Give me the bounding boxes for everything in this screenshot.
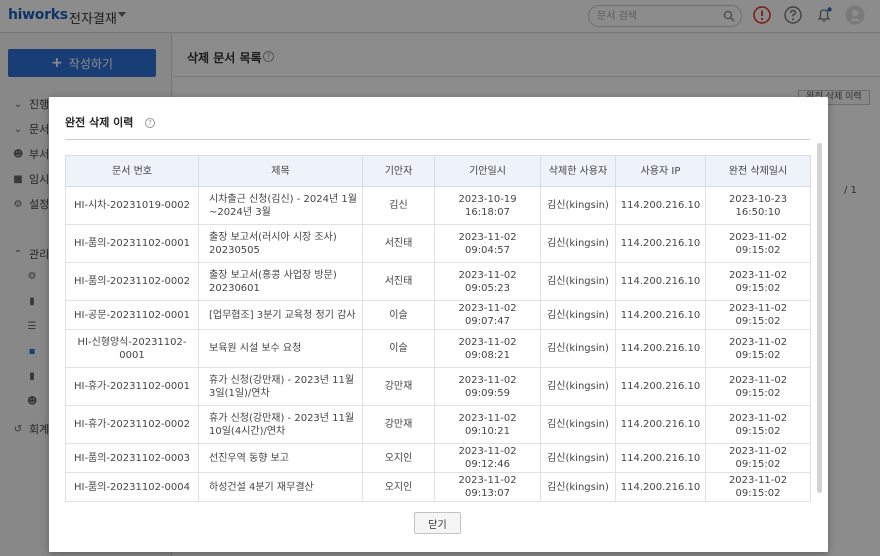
column-header: 기안자 bbox=[362, 155, 435, 187]
title-cell: 출장 보고서(홍콩 사업장 방문) 20230601 bbox=[198, 262, 363, 301]
table-row: HI-신형양식-20231102-0001 보육원 시설 보수 요청 이슬 20… bbox=[65, 329, 811, 368]
title-cell: 시차출근 신청(김신) - 2024년 1월~2024년 3월 bbox=[198, 186, 363, 225]
drafter-cell: 서진태 bbox=[362, 224, 435, 263]
deleted-date-cell: 2023-11-02 09:15:02 bbox=[705, 262, 811, 301]
ip-cell: 114.200.216.10 bbox=[615, 405, 706, 444]
draft-date-cell: 2023-11-02 09:04:57 bbox=[434, 224, 541, 263]
deleted-date-cell: 2023-11-02 09:15:02 bbox=[705, 329, 811, 368]
draft-date-cell: 2023-11-02 09:12:46 bbox=[434, 443, 541, 473]
drafter-cell: 오지인 bbox=[362, 443, 435, 473]
ip-cell: 114.200.216.10 bbox=[615, 367, 706, 406]
doc-number-cell: HI-시차-20231019-0002 bbox=[65, 186, 199, 225]
draft-date-cell: 2023-11-02 09:09:59 bbox=[434, 367, 541, 406]
column-header: 사용자 IP bbox=[615, 155, 706, 187]
title-cell: 휴가 신청(강만재) - 2023년 11월 10일(4시간)/연차 bbox=[198, 405, 363, 444]
doc-number-cell: HI-품의-20231102-0001 bbox=[65, 224, 199, 263]
ip-cell: 114.200.216.10 bbox=[615, 443, 706, 473]
deleted-by-cell: 김신(kingsin) bbox=[540, 405, 616, 444]
title-cell: 선진우역 동향 보고 bbox=[198, 443, 363, 473]
modal-title: 완전 삭제 이력 bbox=[65, 116, 134, 129]
table-row: HI-휴가-20231102-0001 휴가 신청(강만재) - 2023년 1… bbox=[65, 367, 811, 406]
modal-scrollbar[interactable] bbox=[817, 143, 822, 493]
title-cell: [업무협조] 3분기 교육청 정기 감사 bbox=[198, 300, 363, 330]
ip-cell: 114.200.216.10 bbox=[615, 300, 706, 330]
doc-number-cell: HI-품의-20231102-0004 bbox=[65, 472, 199, 502]
ip-cell: 114.200.216.10 bbox=[615, 224, 706, 263]
deleted-by-cell: 김신(kingsin) bbox=[540, 224, 616, 263]
deleted-date-cell: 2023-11-02 09:15:02 bbox=[705, 367, 811, 406]
close-button[interactable]: 닫기 bbox=[414, 512, 461, 534]
draft-date-cell: 2023-11-02 09:13:07 bbox=[434, 472, 541, 502]
drafter-cell: 이슬 bbox=[362, 300, 435, 330]
deleted-date-cell: 2023-11-02 09:15:02 bbox=[705, 405, 811, 444]
deleted-by-cell: 김신(kingsin) bbox=[540, 367, 616, 406]
deleted-date-cell: 2023-10-23 16:50:10 bbox=[705, 186, 811, 225]
deletion-history-modal: 완전 삭제 이력 ? 문서 번호 제목 기안자 기안일시 삭제한 사용자 사용자… bbox=[49, 97, 828, 552]
ip-cell: 114.200.216.10 bbox=[615, 186, 706, 225]
deleted-date-cell: 2023-11-02 09:15:02 bbox=[705, 443, 811, 473]
deleted-date-cell: 2023-11-02 09:15:02 bbox=[705, 224, 811, 263]
deleted-by-cell: 김신(kingsin) bbox=[540, 472, 616, 502]
table-header-row: 문서 번호 제목 기안자 기안일시 삭제한 사용자 사용자 IP 완전 삭제일시 bbox=[65, 155, 811, 187]
doc-number-cell: HI-휴가-20231102-0001 bbox=[65, 367, 199, 406]
column-header: 완전 삭제일시 bbox=[705, 155, 811, 187]
doc-number-cell: HI-공문-20231102-0001 bbox=[65, 300, 199, 330]
deleted-by-cell: 김신(kingsin) bbox=[540, 186, 616, 225]
column-header: 기안일시 bbox=[434, 155, 541, 187]
ip-cell: 114.200.216.10 bbox=[615, 472, 706, 502]
title-cell: 휴가 신청(강만재) - 2023년 11월 3일(1일)/연차 bbox=[198, 367, 363, 406]
draft-date-cell: 2023-10-19 16:18:07 bbox=[434, 186, 541, 225]
help-icon[interactable]: ? bbox=[145, 118, 155, 128]
table-row: HI-품의-20231102-0002 출장 보고서(홍콩 사업장 방문) 20… bbox=[65, 262, 811, 301]
drafter-cell: 서진태 bbox=[362, 262, 435, 301]
draft-date-cell: 2023-11-02 09:05:23 bbox=[434, 262, 541, 301]
draft-date-cell: 2023-11-02 09:07:47 bbox=[434, 300, 541, 330]
drafter-cell: 강만재 bbox=[362, 405, 435, 444]
drafter-cell: 오지인 bbox=[362, 472, 435, 502]
deleted-by-cell: 김신(kingsin) bbox=[540, 443, 616, 473]
title-cell: 보육원 시설 보수 요청 bbox=[198, 329, 363, 368]
doc-number-cell: HI-품의-20231102-0003 bbox=[65, 443, 199, 473]
doc-number-cell: HI-품의-20231102-0002 bbox=[65, 262, 199, 301]
doc-number-cell: HI-휴가-20231102-0002 bbox=[65, 405, 199, 444]
deleted-by-cell: 김신(kingsin) bbox=[540, 329, 616, 368]
drafter-cell: 이슬 bbox=[362, 329, 435, 368]
title-cell: 출장 보고서(러시아 시장 조사) 20230505 bbox=[198, 224, 363, 263]
divider bbox=[65, 139, 810, 140]
draft-date-cell: 2023-11-02 09:08:21 bbox=[434, 329, 541, 368]
draft-date-cell: 2023-11-02 09:10:21 bbox=[434, 405, 541, 444]
deleted-date-cell: 2023-11-02 09:15:02 bbox=[705, 472, 811, 502]
ip-cell: 114.200.216.10 bbox=[615, 262, 706, 301]
table-row: HI-품의-20231102-0004 하성건설 4분기 재무결산 오지인 20… bbox=[65, 472, 811, 502]
doc-number-cell: HI-신형양식-20231102-0001 bbox=[65, 329, 199, 368]
column-header: 삭제한 사용자 bbox=[540, 155, 616, 187]
ip-cell: 114.200.216.10 bbox=[615, 329, 706, 368]
deleted-by-cell: 김신(kingsin) bbox=[540, 300, 616, 330]
column-header: 문서 번호 bbox=[65, 155, 199, 187]
drafter-cell: 김신 bbox=[362, 186, 435, 225]
table-row: HI-품의-20231102-0003 선진우역 동향 보고 오지인 2023-… bbox=[65, 443, 811, 473]
table-row: HI-휴가-20231102-0002 휴가 신청(강만재) - 2023년 1… bbox=[65, 405, 811, 444]
table-row: HI-시차-20231019-0002 시차출근 신청(김신) - 2024년 … bbox=[65, 186, 811, 225]
title-cell: 하성건설 4분기 재무결산 bbox=[198, 472, 363, 502]
deletion-history-table: 문서 번호 제목 기안자 기안일시 삭제한 사용자 사용자 IP 완전 삭제일시… bbox=[65, 155, 811, 502]
table-row: HI-품의-20231102-0001 출장 보고서(러시아 시장 조사) 20… bbox=[65, 224, 811, 263]
column-header: 제목 bbox=[198, 155, 363, 187]
deleted-by-cell: 김신(kingsin) bbox=[540, 262, 616, 301]
deleted-date-cell: 2023-11-02 09:15:02 bbox=[705, 300, 811, 330]
table-row: HI-공문-20231102-0001 [업무협조] 3분기 교육청 정기 감사… bbox=[65, 300, 811, 330]
drafter-cell: 강만재 bbox=[362, 367, 435, 406]
